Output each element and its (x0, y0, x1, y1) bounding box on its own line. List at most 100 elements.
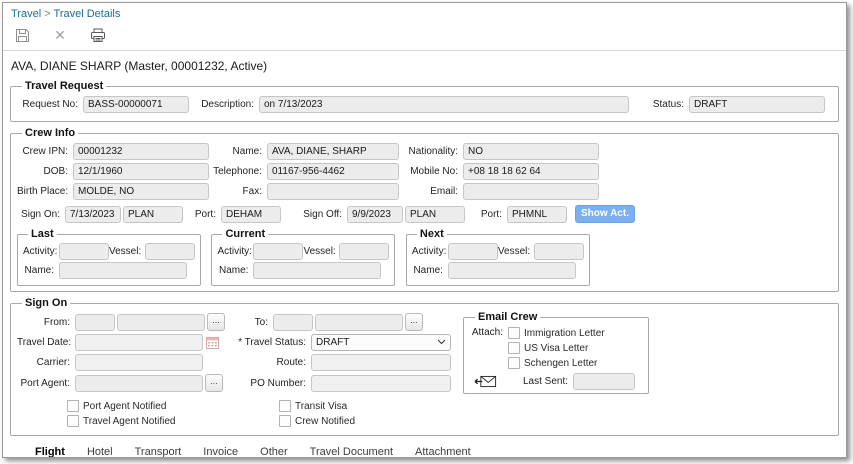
status-label: Status: (641, 99, 689, 110)
po-number-label: PO Number: (237, 378, 311, 389)
email-crew-legend: Email Crew (475, 311, 540, 323)
travel-request-legend: Travel Request (22, 80, 106, 92)
sign-on-plan-field: PLAN (123, 206, 183, 223)
to-label: To: (225, 317, 273, 328)
next-name-field (448, 262, 576, 279)
breadcrumb: Travel > Travel Details (3, 3, 846, 23)
crew-info-section: Crew Info Crew IPN: 00001232 Name: AVA, … (10, 127, 839, 292)
nationality-label: Nationality: (399, 146, 463, 157)
name-label: Name: (23, 265, 59, 276)
request-no-field: BASS-00000071 (83, 96, 189, 113)
description-field: on 7/13/2023 (259, 96, 629, 113)
us-visa-letter-label: US Visa Letter (524, 343, 588, 354)
po-number-field[interactable] (311, 375, 451, 392)
last-sent-label: Last Sent: (515, 376, 573, 387)
birth-place-field: MOLDE, NO (73, 183, 209, 200)
transit-visa-label: Transit Visa (295, 401, 347, 412)
crew-name-label: Name: (209, 146, 267, 157)
breadcrumb-current-page: Travel Details (54, 8, 121, 20)
fax-field (267, 183, 399, 200)
to-code-field[interactable] (273, 314, 313, 331)
to-lookup-button[interactable]: ... (405, 313, 423, 331)
close-icon[interactable]: ✕ (51, 27, 69, 43)
save-icon[interactable] (13, 27, 31, 43)
tab-travel-document[interactable]: Travel Document (309, 444, 394, 458)
tab-other[interactable]: Other (259, 444, 289, 458)
email-crew-section: Email Crew Attach: Immigration Letter US… (463, 311, 649, 394)
from-lookup-button[interactable]: ... (207, 313, 225, 331)
last-sent-field (573, 373, 635, 390)
activity-label: Activity: (217, 246, 253, 257)
send-email-icon[interactable] (473, 374, 497, 389)
route-label: Route: (219, 357, 311, 368)
breadcrumb-travel-link[interactable]: Travel (11, 8, 41, 20)
tab-flight[interactable]: Flight (34, 444, 66, 458)
port-agent-field[interactable] (75, 375, 203, 392)
last-activity-legend: Last (28, 228, 57, 240)
vessel-label: Vessel: (303, 246, 339, 257)
last-vessel-field (145, 243, 195, 260)
status-field: DRAFT (689, 96, 825, 113)
travel-status-select[interactable]: DRAFT (311, 334, 451, 351)
next-vessel-field (534, 243, 584, 260)
tab-bar: Flight Hotel Transport Invoice Other Tra… (10, 441, 839, 458)
schengen-letter-checkbox[interactable] (508, 357, 520, 369)
chevron-down-icon (437, 335, 446, 350)
request-no-label: Request No: (17, 99, 83, 110)
from-code-field[interactable] (75, 314, 115, 331)
email-label: Email: (399, 186, 463, 197)
port-agent-notified-checkbox[interactable] (67, 400, 79, 412)
last-activity-group: Last Activity: Vessel: Name: (17, 228, 201, 286)
current-activity-group: Current Activity: Vessel: Name: (211, 228, 395, 286)
print-icon[interactable] (89, 27, 107, 43)
activity-label: Activity: (23, 246, 59, 257)
travel-request-section: Travel Request Request No: BASS-00000071… (10, 80, 839, 122)
current-activity-legend: Current (222, 228, 268, 240)
toolbar: ✕ (3, 23, 846, 51)
from-name-field[interactable] (117, 314, 205, 331)
to-name-field[interactable] (315, 314, 403, 331)
travel-date-field[interactable] (75, 334, 203, 351)
calendar-icon[interactable] (206, 336, 219, 349)
carrier-field[interactable] (75, 354, 203, 371)
mobile-field: +08 18 18 62 64 (463, 163, 599, 180)
sign-off-port-field: PHMNL (507, 206, 567, 223)
carrier-label: Carrier: (17, 357, 75, 368)
breadcrumb-separator: > (44, 8, 50, 20)
birth-place-label: Birth Place: (17, 186, 73, 197)
mobile-label: Mobile No: (399, 166, 463, 177)
last-name-field (59, 262, 187, 279)
telephone-field: 01167-956-4462 (267, 163, 399, 180)
next-activity-legend: Next (417, 228, 447, 240)
nationality-field: NO (463, 143, 599, 160)
travel-details-window: Travel > Travel Details ✕ AVA, DIANE S (2, 2, 847, 458)
route-field[interactable] (311, 354, 451, 371)
tab-attachment[interactable]: Attachment (414, 444, 472, 458)
tab-invoice[interactable]: Invoice (202, 444, 239, 458)
tab-hotel[interactable]: Hotel (86, 444, 114, 458)
sign-on-label: Sign On: (17, 209, 65, 220)
sign-off-label: Sign Off: (303, 209, 347, 220)
next-activity-field (448, 243, 498, 260)
vessel-label: Vessel: (498, 246, 534, 257)
travel-agent-notified-checkbox[interactable] (67, 415, 79, 427)
crew-notified-label: Crew Notified (295, 416, 355, 427)
schengen-letter-label: Schengen Letter (524, 358, 597, 369)
fax-label: Fax: (209, 186, 267, 197)
next-activity-group: Next Activity: Vessel: Name: (406, 228, 590, 286)
transit-visa-checkbox[interactable] (279, 400, 291, 412)
email-field (463, 183, 599, 200)
us-visa-letter-checkbox[interactable] (508, 342, 520, 354)
travel-agent-notified-label: Travel Agent Notified (83, 416, 175, 427)
port-agent-lookup-button[interactable]: ... (205, 374, 223, 392)
dob-label: DOB: (17, 166, 73, 177)
crew-notified-checkbox[interactable] (279, 415, 291, 427)
tab-transport[interactable]: Transport (134, 444, 183, 458)
crew-name-field: AVA, DIANE, SHARP (267, 143, 399, 160)
current-activity-field (253, 243, 303, 260)
travel-status-label: * Travel Status: (235, 337, 311, 348)
show-act-button[interactable]: Show Act. (575, 205, 635, 223)
sign-on-port-field: DEHAM (221, 206, 281, 223)
immigration-letter-checkbox[interactable] (508, 327, 520, 339)
name-label: Name: (217, 265, 253, 276)
